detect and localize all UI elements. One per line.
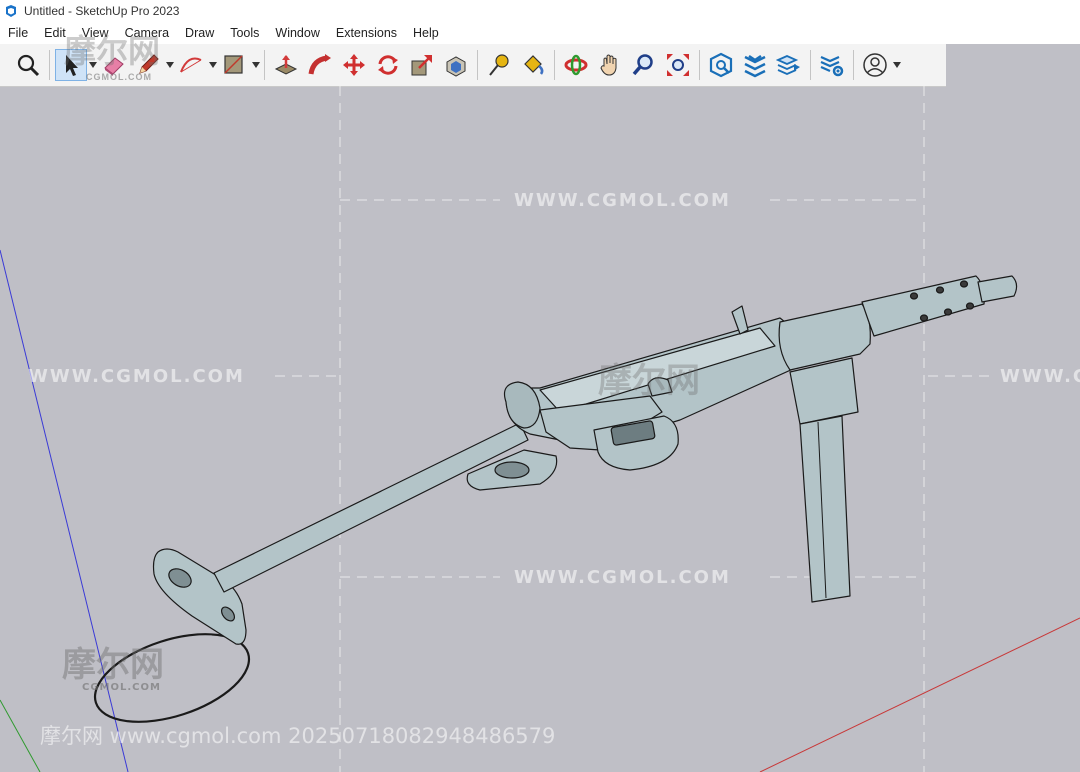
- warehouse-icon[interactable]: [705, 49, 737, 81]
- search-icon[interactable]: [12, 49, 44, 81]
- watermark-cn-center: 摩尔网: [598, 361, 700, 401]
- gun-model[interactable]: [84, 275, 1018, 739]
- brace-hole: [494, 461, 530, 479]
- window-frame-blank: [922, 0, 1080, 44]
- watermark-site-right: WWW.CGMOL.COM: [1000, 366, 1080, 387]
- sketchup-logo-icon: [6, 5, 16, 17]
- extension-warehouse-icon[interactable]: [739, 49, 771, 81]
- zoom-icon[interactable]: [628, 49, 660, 81]
- zoom-extents-icon[interactable]: [662, 49, 694, 81]
- watermark-site-bottom: WWW.CGMOL.COM: [514, 567, 731, 588]
- menu-help[interactable]: Help: [405, 22, 447, 44]
- butt-plate: [152, 548, 247, 645]
- watermark-small-top: CGMOL.COM: [86, 72, 152, 82]
- toolbar-separator: [49, 50, 50, 80]
- green-axis: [0, 699, 41, 772]
- jacket-vent-3: [959, 280, 969, 288]
- title-bar: Untitled - SketchUp Pro 2023: [0, 0, 922, 22]
- chevron-down-icon[interactable]: [208, 49, 217, 81]
- muzzle: [977, 275, 1018, 303]
- jacket-vent-4: [919, 314, 929, 322]
- chevron-down-icon[interactable]: [251, 49, 260, 81]
- jacket-vent-1: [909, 292, 919, 300]
- watermark-cn-top: 摩尔网: [64, 32, 161, 70]
- rectangle-icon[interactable]: [218, 49, 250, 81]
- menu-tools[interactable]: Tools: [222, 22, 267, 44]
- watermark-small-bottom-left: CGMOL.COM: [82, 682, 161, 693]
- paint-bucket-icon[interactable]: [517, 49, 549, 81]
- layout-icon[interactable]: [773, 49, 805, 81]
- chevron-down-icon[interactable]: [892, 49, 901, 81]
- receiver-ring: [778, 303, 871, 371]
- window-title: Untitled - SketchUp Pro 2023: [24, 4, 180, 18]
- toolbar-separator: [264, 50, 265, 80]
- follow-me-icon[interactable]: [304, 49, 336, 81]
- rear-sight: [731, 305, 749, 335]
- red-axis: [759, 617, 1080, 772]
- jacket-vent-6: [965, 302, 975, 310]
- chevron-down-icon[interactable]: [165, 49, 174, 81]
- account-icon[interactable]: [859, 49, 891, 81]
- menu-window[interactable]: Window: [267, 22, 327, 44]
- toolbar-separator: [699, 50, 700, 80]
- pan-icon[interactable]: [594, 49, 626, 81]
- jacket-vent-5: [943, 308, 953, 316]
- scale-icon[interactable]: [406, 49, 438, 81]
- watermark-cn-bottom-left: 摩尔网: [62, 645, 164, 685]
- jacket-vent-2: [935, 286, 945, 294]
- move-icon[interactable]: [338, 49, 370, 81]
- tape-measure-icon[interactable]: [483, 49, 515, 81]
- orbit-icon[interactable]: [560, 49, 592, 81]
- push-pull-icon[interactable]: [270, 49, 302, 81]
- blue-axis: [0, 249, 129, 772]
- toolbar-separator: [810, 50, 811, 80]
- menu-draw[interactable]: Draw: [177, 22, 222, 44]
- watermark-site-left: WWW.CGMOL.COM: [28, 366, 245, 387]
- rotate-icon[interactable]: [372, 49, 404, 81]
- toolbar-separator: [853, 50, 854, 80]
- stock-rod: [213, 422, 529, 593]
- menu-file[interactable]: File: [0, 22, 36, 44]
- toolbar-separator: [477, 50, 478, 80]
- model-viewport[interactable]: WWW.CGMOL.COM WWW.CGMOL.COM WWW.CGMOL.CO…: [0, 86, 1080, 772]
- extension-manager-icon[interactable]: [816, 49, 848, 81]
- offset-icon[interactable]: [440, 49, 472, 81]
- arc-icon[interactable]: [175, 49, 207, 81]
- toolbar-separator: [554, 50, 555, 80]
- menu-extensions[interactable]: Extensions: [328, 22, 405, 44]
- watermark-site-top: WWW.CGMOL.COM: [514, 190, 731, 211]
- footer-watermark: 摩尔网 www.cgmol.com 20250718082948486579: [40, 724, 556, 748]
